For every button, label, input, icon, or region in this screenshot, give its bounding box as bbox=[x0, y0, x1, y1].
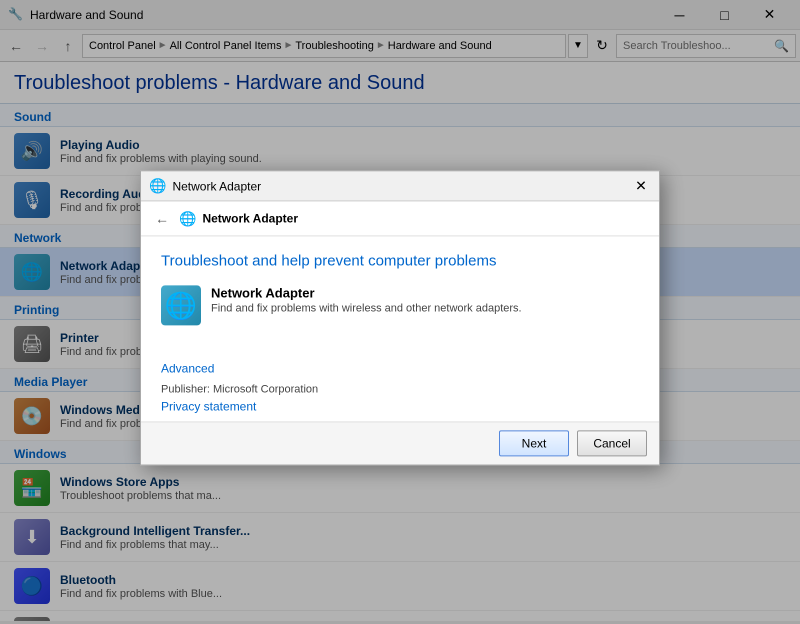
dialog-item-title: Network Adapter bbox=[211, 285, 522, 300]
network-adapter-dialog: 🌐 Network Adapter ✕ ← 🌐 Network Adapter … bbox=[140, 170, 660, 465]
cancel-button[interactable]: Cancel bbox=[577, 430, 647, 456]
dialog-titlebar: 🌐 Network Adapter ✕ bbox=[141, 171, 659, 201]
dialog-back-button[interactable]: ← bbox=[151, 207, 173, 229]
privacy-link[interactable]: Privacy statement bbox=[161, 399, 256, 413]
publisher-label: Publisher: bbox=[161, 383, 210, 395]
dialog-nav-icon: 🌐 bbox=[179, 210, 196, 227]
dialog-body: Troubleshoot and help prevent computer p… bbox=[141, 236, 659, 353]
dialog-footer-area: Advanced Publisher: Microsoft Corporatio… bbox=[141, 353, 659, 421]
dialog-nav-bar: ← 🌐 Network Adapter bbox=[141, 201, 659, 236]
dialog-title-text: Network Adapter bbox=[172, 179, 631, 193]
advanced-link[interactable]: Advanced bbox=[161, 361, 214, 375]
dialog-item-row: 🌐 Network Adapter Find and fix problems … bbox=[161, 285, 639, 325]
dialog-title-icon: 🌐 bbox=[149, 177, 166, 194]
publisher-value: Microsoft Corporation bbox=[213, 383, 318, 395]
dialog-subtitle: Troubleshoot and help prevent computer p… bbox=[161, 252, 639, 269]
next-button[interactable]: Next bbox=[499, 430, 569, 456]
dialog-close-button[interactable]: ✕ bbox=[631, 176, 651, 196]
dialog-nav-title: Network Adapter bbox=[202, 211, 298, 225]
dialog-item-text: Network Adapter Find and fix problems wi… bbox=[211, 285, 522, 314]
dialog-item-desc: Find and fix problems with wireless and … bbox=[211, 302, 522, 314]
publisher-info: Publisher: Microsoft Corporation bbox=[161, 383, 639, 395]
dialog-item-icon: 🌐 bbox=[161, 285, 201, 325]
dialog-button-bar: Next Cancel bbox=[141, 421, 659, 464]
